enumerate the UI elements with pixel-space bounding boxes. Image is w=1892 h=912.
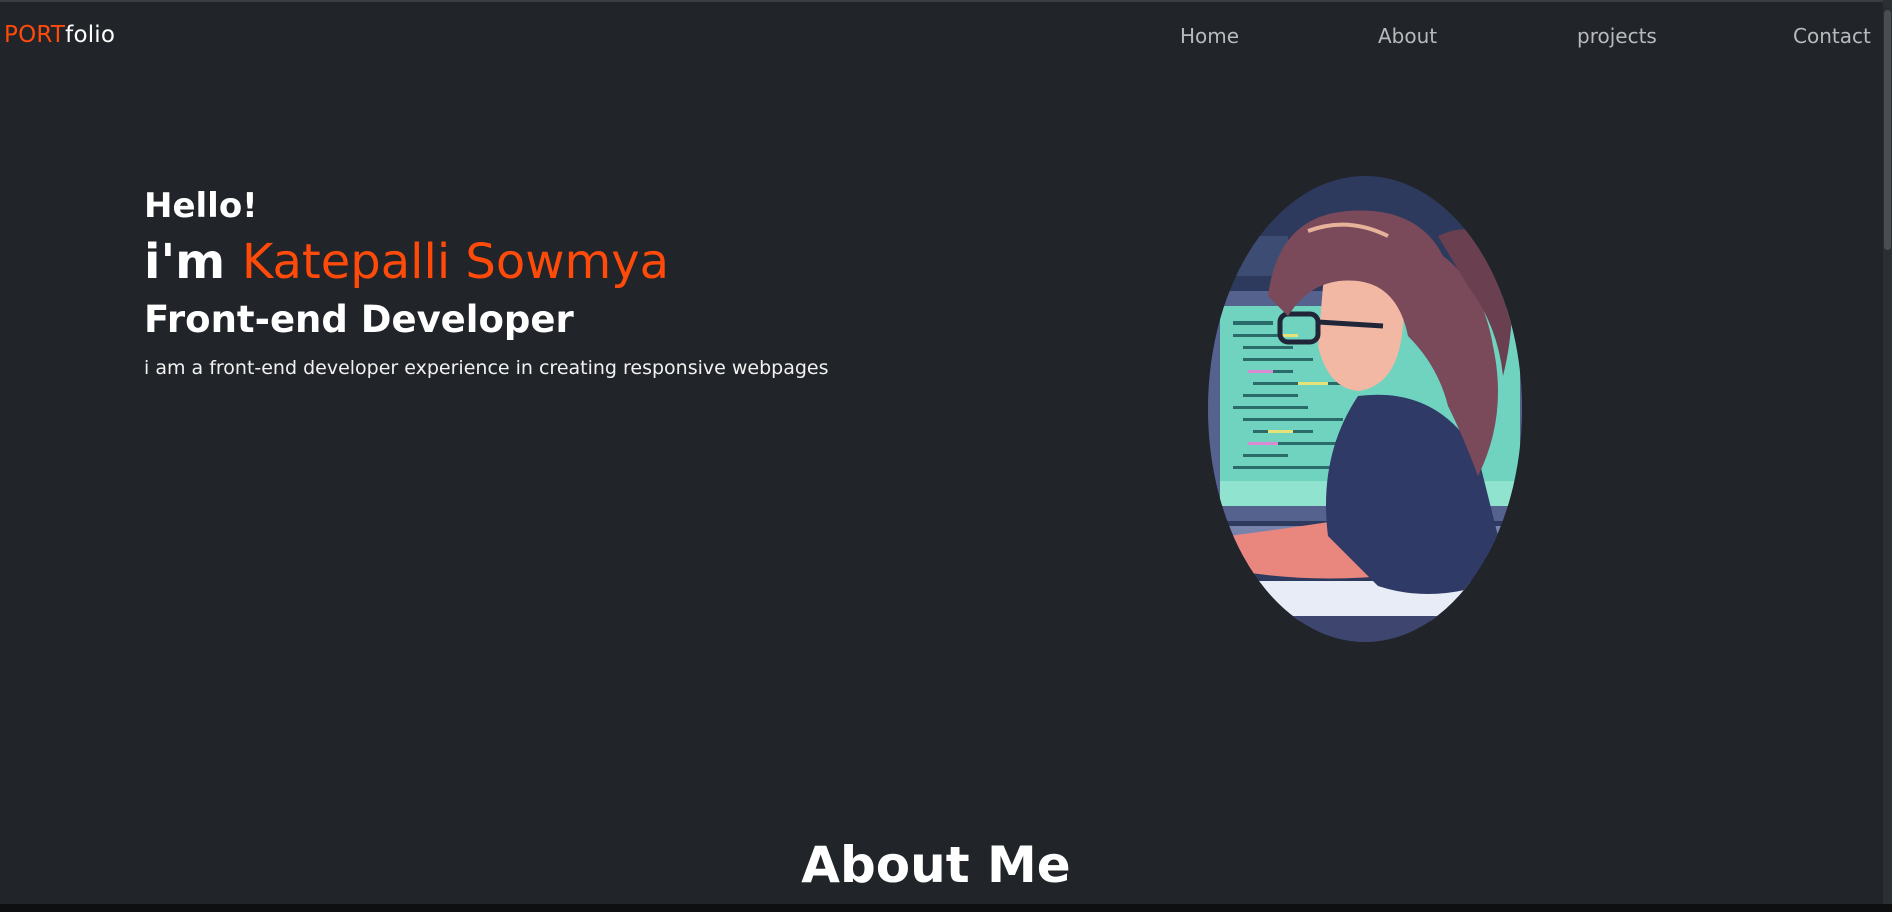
hero-section: Hello! i'm Katepalli Sowmya Front-end De… (144, 186, 904, 379)
page: PORTfolio Home About projects Contact He… (0, 0, 1892, 912)
developer-illustration (1208, 176, 1522, 642)
nav-link-contact[interactable]: Contact (1793, 24, 1871, 48)
main-nav: Home About projects Contact (0, 24, 1892, 54)
scrollbar-thumb[interactable] (1884, 10, 1891, 250)
hero-name: Katepalli Sowmya (241, 234, 670, 290)
hero-intro-prefix: i'm (144, 234, 242, 290)
hero-intro: i'm Katepalli Sowmya (144, 234, 904, 290)
top-border (0, 0, 1892, 2)
hero-greeting: Hello! (144, 186, 258, 226)
nav-link-projects[interactable]: projects (1577, 24, 1657, 48)
nav-link-about[interactable]: About (1378, 24, 1437, 48)
bottom-border (0, 904, 1892, 912)
nav-link-home[interactable]: Home (1180, 24, 1239, 48)
hero-role: Front-end Developer (144, 298, 574, 341)
hero-description: i am a front-end developer experience in… (144, 357, 829, 379)
vertical-scrollbar[interactable] (1883, 0, 1892, 912)
about-section-title: About Me (801, 836, 1071, 894)
